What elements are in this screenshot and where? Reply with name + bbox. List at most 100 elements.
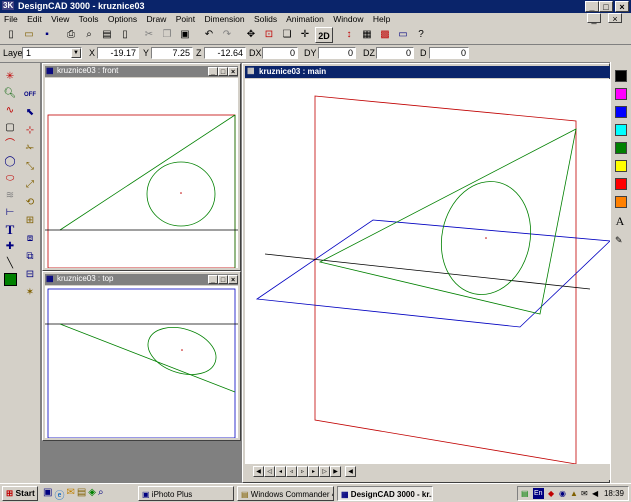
scale-tool-icon[interactable]: ⊞ xyxy=(22,213,38,229)
color-swatch-orange[interactable] xyxy=(615,196,627,208)
move-icon[interactable]: ✛ xyxy=(297,27,313,43)
nav-last-button[interactable]: ▶ xyxy=(330,466,341,477)
select-icon[interactable]: ⊡ xyxy=(261,27,277,43)
color-swatch-black[interactable] xyxy=(615,70,627,82)
y-field[interactable]: 7.25 xyxy=(151,47,193,59)
menu-edit[interactable]: Edit xyxy=(27,14,42,24)
text-tool-icon[interactable]: T xyxy=(2,222,18,238)
tray-app2-icon[interactable]: ◉ xyxy=(559,487,566,500)
z-field[interactable]: -12.64 xyxy=(204,47,246,59)
front-close-button[interactable]: × xyxy=(228,67,238,76)
snap-grid-icon[interactable]: ✥ xyxy=(243,27,259,43)
app-maximize-button[interactable]: □ xyxy=(599,1,613,12)
menu-draw[interactable]: Draw xyxy=(147,14,167,24)
doc-minimize-button[interactable]: _ xyxy=(587,13,601,24)
layer-dropdown-icon[interactable]: ▼ xyxy=(71,48,81,58)
circle-tool-icon[interactable]: ◯ xyxy=(2,154,18,170)
desktop-icon[interactable]: ▣ xyxy=(43,487,52,502)
menu-options[interactable]: Options xyxy=(108,14,137,24)
trim-tool-icon[interactable]: ✁ xyxy=(22,141,38,157)
nav-next-page-button[interactable]: ▷ xyxy=(319,466,330,477)
color-swatch-green[interactable] xyxy=(615,142,627,154)
x-field[interactable]: -19.17 xyxy=(97,47,139,59)
dy-field[interactable]: 0 xyxy=(318,47,356,59)
menu-help[interactable]: Help xyxy=(373,14,390,24)
print-preview-icon[interactable]: ⌕ xyxy=(81,27,97,43)
copy-view-icon[interactable]: ❏ xyxy=(279,27,295,43)
color-swatch-red[interactable] xyxy=(615,178,627,190)
search-quick-icon[interactable]: ⌕ xyxy=(98,487,104,502)
mode-2d-button[interactable]: 2D xyxy=(315,27,333,43)
move-tool-icon[interactable]: ⤢ xyxy=(22,177,38,193)
undo-icon[interactable]: ↶ xyxy=(201,27,217,43)
nav-prev-page-button[interactable]: ◁ xyxy=(264,466,275,477)
paste-icon[interactable]: ▣ xyxy=(177,27,193,43)
front-window-titlebar[interactable]: ▦ kruznice03 : front _ □ × xyxy=(45,66,238,77)
print-icon[interactable]: ⎙ xyxy=(63,27,79,43)
help-icon[interactable]: ? xyxy=(413,27,429,43)
plus-tool-icon[interactable]: ✚ xyxy=(2,239,18,255)
menu-window[interactable]: Window xyxy=(333,14,363,24)
tray-volume-icon[interactable]: ◀ xyxy=(592,487,598,500)
redo-icon[interactable]: ↷ xyxy=(219,27,235,43)
ellipse-tool-icon[interactable]: ⬭ xyxy=(2,171,18,187)
mirror-tool-icon[interactable]: ⧈ xyxy=(22,231,38,247)
scroll-left-button[interactable]: ◀ xyxy=(345,466,356,477)
nav-step-forward-button[interactable]: ▹ xyxy=(297,466,308,477)
tray-network-icon[interactable]: ▤ xyxy=(521,487,529,500)
app-quick-icon[interactable]: ◈ xyxy=(88,487,96,502)
main-window-titlebar[interactable]: ▦ kruznice03 : main xyxy=(245,66,611,78)
rotate-tool-icon[interactable]: ⟲ xyxy=(22,195,38,211)
palette-text-tool[interactable]: A xyxy=(615,214,625,229)
monitor-icon[interactable]: ▭ xyxy=(395,27,411,43)
extend-tool-icon[interactable]: ⤡ xyxy=(22,159,38,175)
nav-next-button[interactable]: ▸ xyxy=(308,466,319,477)
menu-tools[interactable]: Tools xyxy=(79,14,99,24)
color-tool-icon[interactable] xyxy=(2,273,18,289)
tray-app4-icon[interactable]: ✉ xyxy=(581,487,588,500)
nav-prev-button[interactable]: ◂ xyxy=(275,466,286,477)
main-view-window[interactable]: ▦ kruznice03 : main ◀ ◁ ◂ ◃ ▹ ▸ ▷ ▶ ◀ xyxy=(242,63,611,483)
menu-file[interactable]: File xyxy=(4,14,18,24)
task-designcad[interactable]: ▦ DesignCAD 3000 - kr... xyxy=(337,486,433,501)
nav-step-back-button[interactable]: ◃ xyxy=(286,466,297,477)
front-maximize-button[interactable]: □ xyxy=(218,67,228,76)
hatch-tool-icon[interactable]: ≋ xyxy=(2,188,18,204)
task-windows-commander[interactable]: ▤ Windows Commander 4.53... xyxy=(237,486,334,501)
ie-icon[interactable]: ⓔ xyxy=(54,487,64,502)
outlook-icon[interactable]: ✉ xyxy=(66,487,74,502)
zoom-window-icon[interactable]: ▩ xyxy=(377,27,393,43)
new-file-icon[interactable]: ▯ xyxy=(3,27,19,43)
menu-view[interactable]: View xyxy=(51,14,69,24)
snap-tool-icon[interactable]: ⊹ xyxy=(22,123,38,139)
front-viewport[interactable] xyxy=(45,78,238,268)
point-tool-icon[interactable]: ✳ xyxy=(2,69,18,85)
color-swatch-blue[interactable] xyxy=(615,106,627,118)
color-swatch-yellow[interactable] xyxy=(615,160,627,172)
zoom-tool-icon[interactable]: 🔍︎ xyxy=(2,86,18,102)
layer-select[interactable]: 1 ▼ xyxy=(22,47,82,59)
task-iphoto[interactable]: ▣ iPhoto Plus xyxy=(138,486,234,501)
layout-view-icon[interactable]: ▦ xyxy=(359,27,375,43)
properties-icon[interactable]: ▤ xyxy=(99,27,115,43)
copy-icon[interactable]: ❐ xyxy=(159,27,175,43)
explode-tool-icon[interactable]: ✶ xyxy=(22,285,38,301)
polyline-tool-icon[interactable]: ∿ xyxy=(2,103,18,119)
top-close-button[interactable]: × xyxy=(228,275,238,284)
dimension-icon[interactable]: ↕ xyxy=(341,27,357,43)
menu-solids[interactable]: Solids xyxy=(254,14,277,24)
nav-first-button[interactable]: ◀ xyxy=(253,466,264,477)
explorer-icon[interactable]: ▤ xyxy=(77,487,86,502)
color-swatch-cyan[interactable] xyxy=(615,124,627,136)
d-field[interactable]: 0 xyxy=(429,47,469,59)
top-maximize-button[interactable]: □ xyxy=(218,275,228,284)
app-minimize-button[interactable]: _ xyxy=(585,1,599,12)
snap-off-button[interactable]: OFF xyxy=(22,87,38,103)
line-tool-icon[interactable]: ╲ xyxy=(2,256,18,272)
menu-animation[interactable]: Animation xyxy=(286,14,324,24)
dx-field[interactable]: 0 xyxy=(262,47,298,59)
front-view-window[interactable]: ▦ kruznice03 : front _ □ × xyxy=(42,63,241,271)
group-tool-icon[interactable]: ⊟ xyxy=(22,267,38,283)
menu-dimension[interactable]: Dimension xyxy=(204,14,244,24)
box-tool-icon[interactable]: ▢ xyxy=(2,120,18,136)
